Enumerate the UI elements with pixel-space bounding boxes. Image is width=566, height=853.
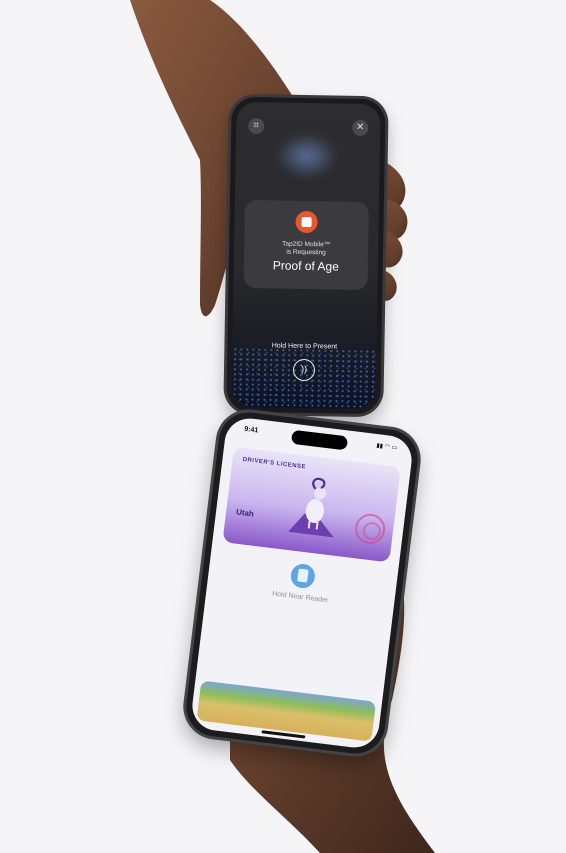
scan-icon[interactable]: ⌗ xyxy=(248,117,265,135)
wallet-phone: 9:41 ▮▮ ◠ ▭ DRIVER'S LICENSE Utah Hold N… xyxy=(182,409,422,757)
license-label: DRIVER'S LICENSE xyxy=(242,456,307,471)
blurred-header xyxy=(275,132,339,180)
app-badge-icon xyxy=(295,210,318,234)
request-card: Tap2ID Mobile™ is Requesting Proof of Ag… xyxy=(243,199,369,291)
seal-icon xyxy=(353,512,387,546)
wallet-screen: 9:41 ▮▮ ◠ ▭ DRIVER'S LICENSE Utah Hold N… xyxy=(189,415,415,751)
reader-icon xyxy=(289,562,317,590)
reader-screen: ⌗ ✕ Tap2ID Mobile™ is Requesting Proof o… xyxy=(231,101,381,410)
status-time: 9:41 xyxy=(243,425,259,435)
license-state: Utah xyxy=(235,507,255,519)
dynamic-island xyxy=(290,429,349,451)
request-title: Proof of Age xyxy=(272,258,339,274)
reader-phone: ⌗ ✕ Tap2ID Mobile™ is Requesting Proof o… xyxy=(226,96,386,415)
close-icon[interactable]: ✕ xyxy=(352,119,369,137)
request-subtitle: is Requesting xyxy=(286,248,326,257)
scene: ⌗ ✕ Tap2ID Mobile™ is Requesting Proof o… xyxy=(0,0,566,853)
ram-illustration xyxy=(288,477,334,538)
drivers-license-card[interactable]: DRIVER'S LICENSE Utah xyxy=(222,446,401,563)
status-icons: ▮▮ ◠ ▭ xyxy=(376,443,398,452)
